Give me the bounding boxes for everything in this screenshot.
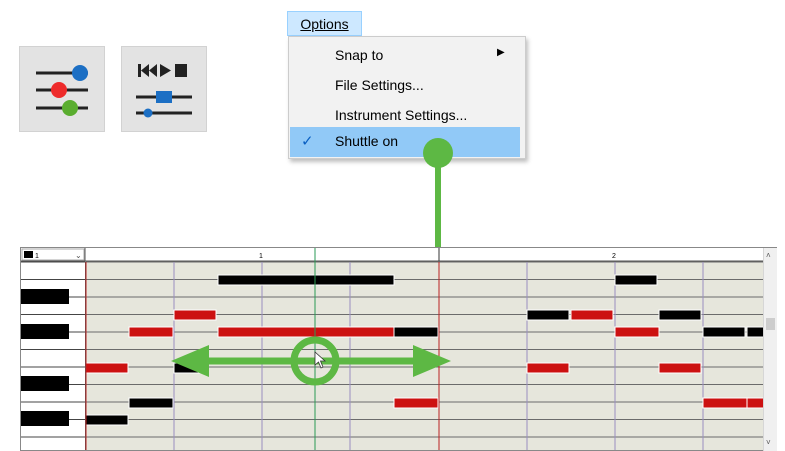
mouse-cursor-icon — [314, 351, 327, 369]
scroll-up-icon[interactable]: ˄ — [766, 251, 771, 260]
piano-roll-canvas: 1 ⌄ 1 2 — [21, 248, 776, 450]
options-menu-title[interactable]: Options — [287, 11, 362, 36]
menu-item-shuttle-on[interactable]: ✓ Shuttle on — [290, 127, 520, 157]
vertical-scrollbar[interactable]: ˄ ˅ — [763, 248, 777, 451]
note[interactable] — [614, 274, 658, 286]
scroll-down-icon[interactable]: ˅ — [766, 438, 771, 447]
menu-item-label: File Settings... — [335, 77, 424, 93]
note[interactable] — [658, 362, 702, 374]
note[interactable] — [702, 326, 746, 338]
measure-label: 1 — [259, 253, 263, 260]
menu-item-snap-to[interactable]: Snap to ▶ — [290, 41, 520, 71]
note[interactable] — [173, 309, 217, 321]
menu-item-file-settings[interactable]: File Settings... — [290, 71, 520, 101]
note[interactable] — [217, 274, 395, 286]
black-key — [21, 376, 69, 391]
note[interactable] — [85, 414, 129, 426]
callout-connector — [423, 138, 453, 248]
menu-item-label: Snap to — [335, 47, 384, 63]
track-number: 1 — [35, 253, 39, 260]
scroll-thumb[interactable] — [766, 318, 775, 330]
piano-roll[interactable]: 1 ⌄ 1 2 — [20, 247, 777, 451]
menu-item-label: Shuttle on — [335, 133, 399, 149]
track-dropdown-chevron-icon[interactable]: ⌄ — [75, 251, 82, 260]
note[interactable] — [614, 326, 660, 338]
checkmark-icon: ✓ — [301, 133, 314, 150]
note[interactable] — [128, 397, 174, 409]
note[interactable] — [702, 397, 748, 409]
note[interactable] — [658, 309, 702, 321]
mixer-sliders-icon — [36, 65, 88, 116]
note[interactable] — [526, 362, 570, 374]
black-key — [21, 289, 69, 304]
note[interactable] — [570, 309, 614, 321]
menu-item-label: Instrument Settings... — [335, 107, 468, 123]
black-key — [21, 324, 69, 339]
note[interactable] — [128, 326, 174, 338]
shuttle-button[interactable] — [121, 46, 207, 132]
options-dropdown: Snap to ▶ File Settings... Instrument Se… — [288, 36, 526, 159]
note[interactable] — [526, 309, 570, 321]
mixer-button[interactable] — [19, 46, 105, 132]
shuttle-drag-indicator — [171, 336, 451, 386]
options-menu-label: Options — [300, 15, 349, 32]
black-key — [21, 411, 69, 426]
note[interactable] — [85, 362, 129, 374]
track-color-swatch — [24, 251, 33, 258]
note[interactable] — [217, 326, 395, 338]
note[interactable] — [393, 397, 439, 409]
note[interactable] — [393, 326, 439, 338]
transport-shuttle-icon — [136, 64, 192, 118]
submenu-arrow-icon: ▶ — [497, 47, 505, 58]
measure-label: 2 — [612, 253, 616, 260]
